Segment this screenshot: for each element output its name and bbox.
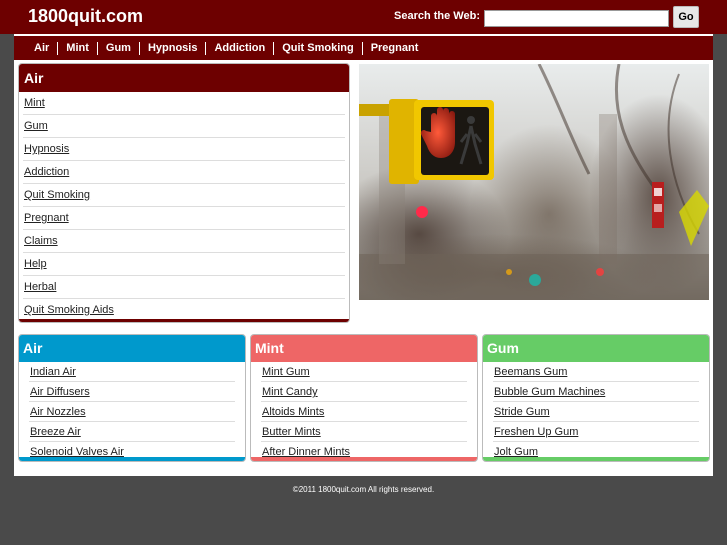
left-link-hypnosis[interactable]: Hypnosis bbox=[24, 143, 69, 155]
traffic-signal-photo bbox=[359, 64, 709, 300]
left-link-claims[interactable]: Claims bbox=[24, 235, 58, 247]
left-link-quit-smoking[interactable]: Quit Smoking bbox=[24, 189, 90, 201]
category-title-mint: Mint bbox=[251, 335, 477, 362]
list-item: Quit Smoking Aids bbox=[23, 299, 345, 321]
list-item: Gum bbox=[23, 115, 345, 138]
link-indian-air[interactable]: Indian Air bbox=[30, 366, 76, 378]
category-box-air: Air Indian Air Air Diffusers Air Nozzles… bbox=[18, 334, 246, 462]
traffic-signal-image bbox=[359, 64, 709, 300]
site-logo[interactable]: 1800quit.com bbox=[28, 6, 143, 27]
content-wrapper: Air Mint Gum Hypnosis Addiction Quit Smo… bbox=[14, 34, 713, 476]
left-link-addiction[interactable]: Addiction bbox=[24, 166, 69, 178]
nav-item-addiction[interactable]: Addiction bbox=[205, 41, 273, 55]
nav-item-pregnant[interactable]: Pregnant bbox=[361, 41, 427, 55]
list-item: Butter Mints bbox=[261, 423, 467, 442]
top-nav: Air Mint Gum Hypnosis Addiction Quit Smo… bbox=[14, 36, 713, 60]
left-link-pregnant[interactable]: Pregnant bbox=[24, 212, 69, 224]
list-item: Mint Candy bbox=[261, 383, 467, 402]
category-footer-bar bbox=[483, 457, 709, 461]
left-link-quit-smoking-aids[interactable]: Quit Smoking Aids bbox=[24, 304, 114, 316]
search-label: Search the Web: bbox=[394, 10, 480, 22]
category-footer-bar bbox=[19, 457, 245, 461]
list-item: Beemans Gum bbox=[493, 363, 699, 382]
list-item: Addiction bbox=[23, 161, 345, 184]
nav-item-mint[interactable]: Mint bbox=[57, 41, 97, 55]
category-box-mint: Mint Mint Gum Mint Candy Altoids Mints B… bbox=[250, 334, 478, 462]
list-item: Indian Air bbox=[29, 363, 235, 382]
category-title-gum: Gum bbox=[483, 335, 709, 362]
list-item: Help bbox=[23, 253, 345, 276]
link-air-diffusers[interactable]: Air Diffusers bbox=[30, 386, 90, 398]
category-footer-bar bbox=[251, 457, 477, 461]
list-item: Quit Smoking bbox=[23, 184, 345, 207]
left-link-help[interactable]: Help bbox=[24, 258, 47, 270]
link-breeze-air[interactable]: Breeze Air bbox=[30, 426, 81, 438]
link-beemans-gum[interactable]: Beemans Gum bbox=[494, 366, 567, 378]
category-title-air: Air bbox=[19, 335, 245, 362]
link-mint-gum[interactable]: Mint Gum bbox=[262, 366, 310, 378]
list-item: Air Diffusers bbox=[29, 383, 235, 402]
nav-item-quit-smoking[interactable]: Quit Smoking bbox=[273, 41, 362, 55]
list-item: Claims bbox=[23, 230, 345, 253]
nav-item-hypnosis[interactable]: Hypnosis bbox=[138, 41, 206, 55]
list-item: Mint bbox=[23, 92, 345, 115]
copyright-footer: ©2011 1800quit.com All rights reserved. bbox=[292, 485, 435, 494]
left-link-herbal[interactable]: Herbal bbox=[24, 281, 56, 293]
list-item: Mint Gum bbox=[261, 363, 467, 382]
list-item: Hypnosis bbox=[23, 138, 345, 161]
site-header: 1800quit.com Search the Web: Go bbox=[0, 0, 727, 34]
nav-item-gum[interactable]: Gum bbox=[96, 41, 139, 55]
left-link-box: Air Mint Gum Hypnosis Addiction Quit Smo… bbox=[18, 63, 350, 323]
link-freshen-up-gum[interactable]: Freshen Up Gum bbox=[494, 426, 578, 438]
list-item: Altoids Mints bbox=[261, 403, 467, 422]
left-box-title: Air bbox=[19, 64, 349, 92]
nav-item-air[interactable]: Air bbox=[26, 42, 57, 55]
left-link-mint[interactable]: Mint bbox=[24, 97, 45, 109]
list-item: Air Nozzles bbox=[29, 403, 235, 422]
list-item: Bubble Gum Machines bbox=[493, 383, 699, 402]
list-item: Breeze Air bbox=[29, 423, 235, 442]
list-item: Pregnant bbox=[23, 207, 345, 230]
list-item: Herbal bbox=[23, 276, 345, 299]
left-box-footer-bar bbox=[19, 319, 349, 322]
link-bubble-gum-machines[interactable]: Bubble Gum Machines bbox=[494, 386, 605, 398]
list-item: Freshen Up Gum bbox=[493, 423, 699, 442]
link-mint-candy[interactable]: Mint Candy bbox=[262, 386, 318, 398]
link-butter-mints[interactable]: Butter Mints bbox=[262, 426, 321, 438]
list-item: Stride Gum bbox=[493, 403, 699, 422]
link-altoids-mints[interactable]: Altoids Mints bbox=[262, 406, 324, 418]
go-button[interactable]: Go bbox=[673, 6, 699, 28]
left-link-gum[interactable]: Gum bbox=[24, 120, 48, 132]
link-air-nozzles[interactable]: Air Nozzles bbox=[30, 406, 86, 418]
link-stride-gum[interactable]: Stride Gum bbox=[494, 406, 550, 418]
search-input[interactable] bbox=[484, 10, 669, 27]
category-box-gum: Gum Beemans Gum Bubble Gum Machines Stri… bbox=[482, 334, 710, 462]
